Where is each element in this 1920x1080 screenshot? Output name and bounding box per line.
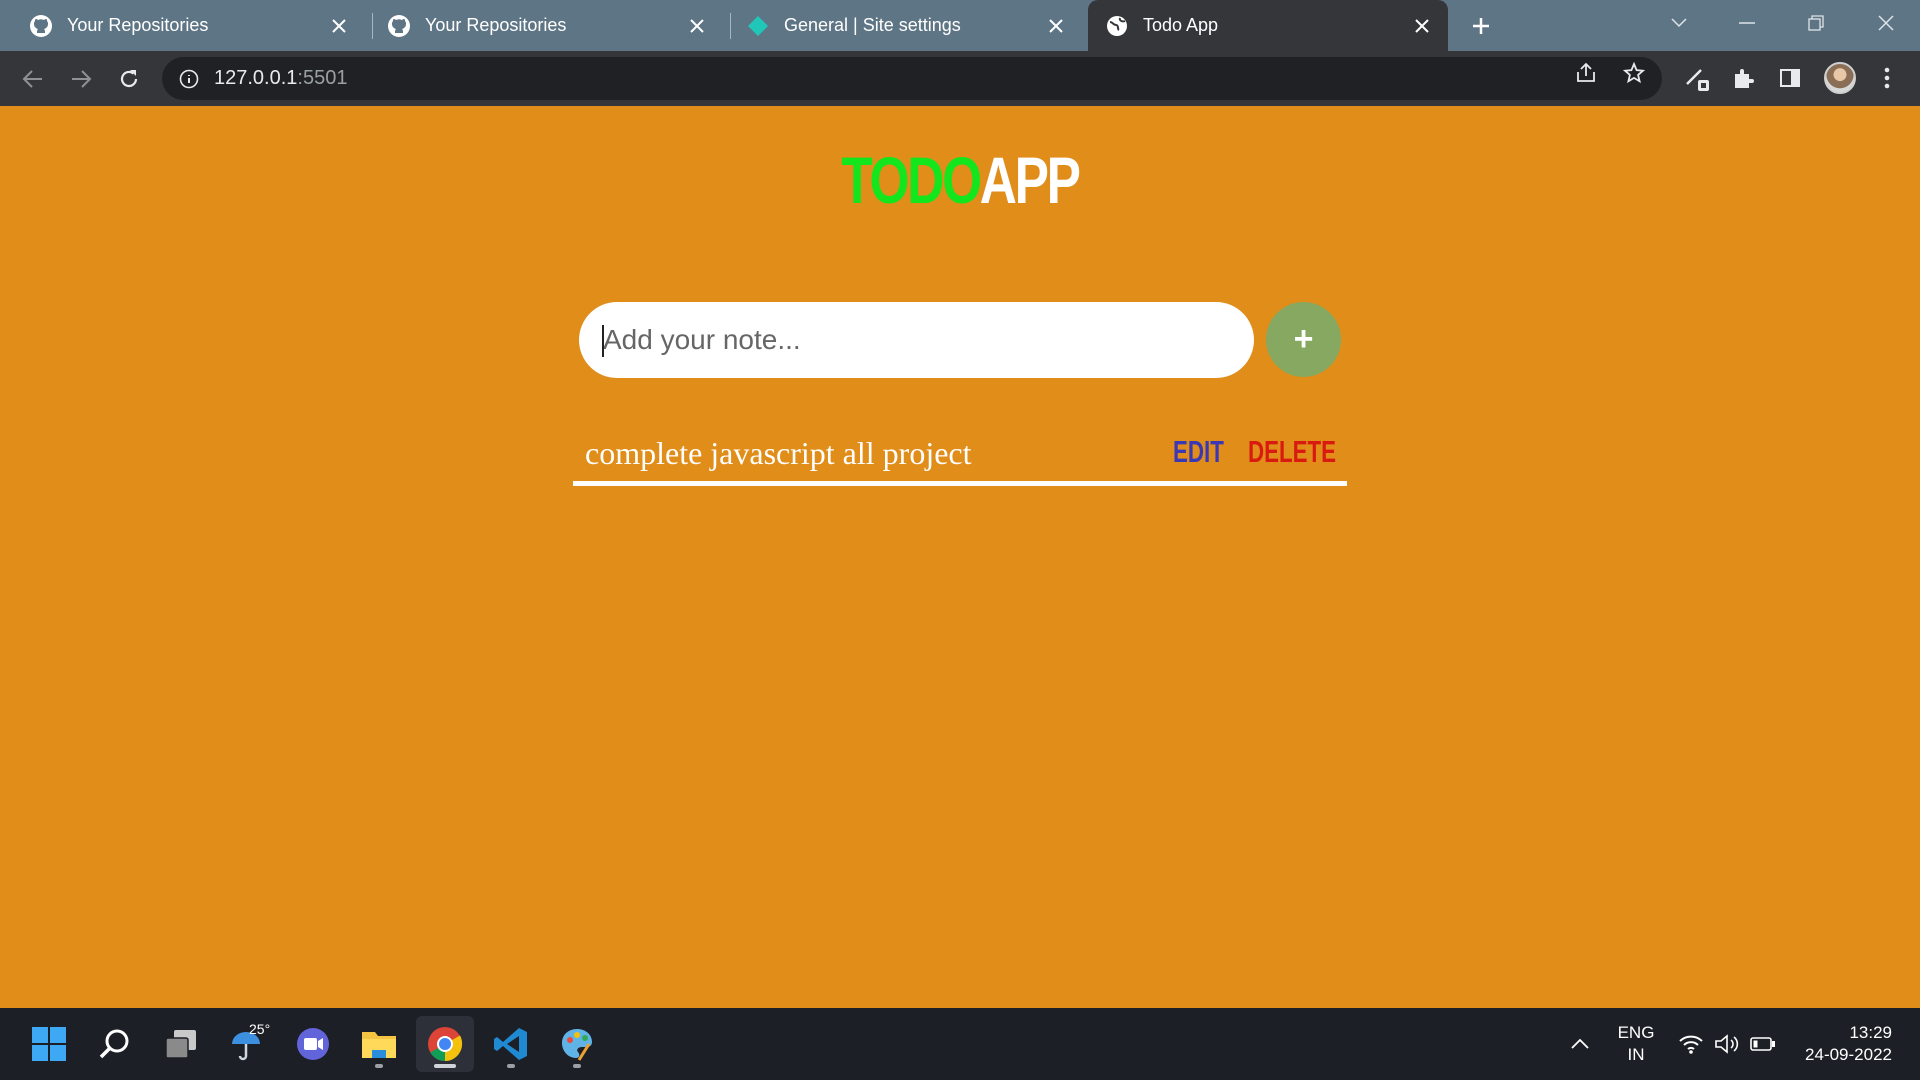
- tab-title: Your Repositories: [67, 15, 209, 35]
- text-cursor: [602, 325, 604, 357]
- battery-icon[interactable]: [1750, 1008, 1776, 1080]
- app-title: TODOAPP: [211, 140, 1709, 220]
- reload-button[interactable]: [114, 64, 144, 94]
- running-indicator: [375, 1064, 383, 1068]
- tab-your-repositories-2[interactable]: Your Repositories: [358, 0, 723, 51]
- tab-site-settings[interactable]: General | Site settings: [717, 0, 1082, 51]
- language-region: IN: [1627, 1045, 1645, 1064]
- weather-temperature: 25°: [249, 1021, 271, 1037]
- forward-button[interactable]: [66, 64, 96, 94]
- windows-taskbar: 25° ENG IN 13:29 24-09-2022: [0, 1008, 1920, 1080]
- input-language[interactable]: ENG IN: [1616, 1022, 1656, 1066]
- edit-button[interactable]: EDIT: [1173, 434, 1224, 470]
- task-view-icon[interactable]: [152, 1016, 210, 1072]
- tab-title: General | Site settings: [784, 15, 961, 35]
- teams-chat-icon[interactable]: [284, 1016, 342, 1072]
- browser-toolbar: 127.0.0.1:5501: [0, 51, 1920, 106]
- paint-icon[interactable]: [548, 1016, 606, 1072]
- app-title-todo: TODO: [841, 143, 982, 217]
- app-title-app: APP: [979, 143, 1081, 217]
- url-host: 127.0.0.1: [214, 67, 298, 89]
- active-indicator: [434, 1064, 456, 1068]
- language-code: ENG: [1617, 1023, 1655, 1042]
- more-menu-icon[interactable]: [1872, 63, 1902, 93]
- extensions-puzzle-icon[interactable]: [1728, 63, 1758, 93]
- close-window-button[interactable]: [1866, 6, 1906, 40]
- running-indicator: [507, 1064, 515, 1068]
- add-note-button[interactable]: +: [1266, 302, 1341, 377]
- clock-time: 13:29: [1849, 1023, 1892, 1042]
- chrome-icon[interactable]: [416, 1016, 474, 1072]
- show-hidden-icons-chevron[interactable]: [1570, 1008, 1590, 1080]
- restore-button[interactable]: [1796, 6, 1836, 40]
- delete-button[interactable]: DELETE: [1248, 434, 1336, 470]
- close-icon[interactable]: [327, 14, 351, 38]
- url-port: :5501: [297, 67, 348, 89]
- search-icon[interactable]: [86, 1016, 144, 1072]
- tab-your-repositories-1[interactable]: Your Repositories: [0, 0, 365, 51]
- running-indicator: [573, 1064, 581, 1068]
- taskbar-clock[interactable]: 13:29 24-09-2022: [1790, 1022, 1892, 1066]
- tab-todo-app[interactable]: Todo App: [1088, 0, 1448, 51]
- browser-tab-strip: Your Repositories Your Repositories Gene…: [0, 0, 1920, 51]
- todo-app-page: TODOAPP + complete javascript all projec…: [0, 106, 1920, 1008]
- tab-search-chevron-icon[interactable]: [1659, 6, 1699, 40]
- github-icon: [29, 14, 53, 38]
- tab-title: Your Repositories: [425, 15, 567, 35]
- url-text: 127.0.0.1:5501: [214, 67, 347, 90]
- note-input[interactable]: [579, 302, 1254, 378]
- bookmark-star-icon[interactable]: [1622, 61, 1646, 85]
- address-bar[interactable]: 127.0.0.1:5501: [162, 57, 1662, 100]
- side-panel-icon[interactable]: [1775, 63, 1805, 93]
- tab-title: Todo App: [1143, 15, 1219, 35]
- extension-pen-icon[interactable]: [1683, 63, 1713, 93]
- todo-item: complete javascript all project EDIT DEL…: [573, 424, 1347, 486]
- new-tab-button[interactable]: [1466, 11, 1496, 41]
- site-info-icon[interactable]: [178, 68, 200, 90]
- share-icon[interactable]: [1574, 61, 1598, 85]
- windows-start-icon[interactable]: [20, 1016, 78, 1072]
- file-explorer-icon[interactable]: [350, 1016, 408, 1072]
- globe-icon: [1105, 14, 1129, 38]
- github-icon: [387, 14, 411, 38]
- close-icon[interactable]: [685, 14, 709, 38]
- volume-icon[interactable]: [1714, 1008, 1740, 1080]
- todo-text: complete javascript all project: [585, 435, 972, 471]
- close-icon[interactable]: [1410, 14, 1434, 38]
- wifi-icon[interactable]: [1678, 1008, 1704, 1080]
- back-button[interactable]: [18, 64, 48, 94]
- clock-date: 24-09-2022: [1805, 1045, 1892, 1064]
- close-icon[interactable]: [1044, 14, 1068, 38]
- profile-avatar[interactable]: [1824, 62, 1856, 94]
- minimize-button[interactable]: [1727, 6, 1767, 40]
- vscode-icon[interactable]: [482, 1016, 540, 1072]
- netlify-icon: [746, 14, 770, 38]
